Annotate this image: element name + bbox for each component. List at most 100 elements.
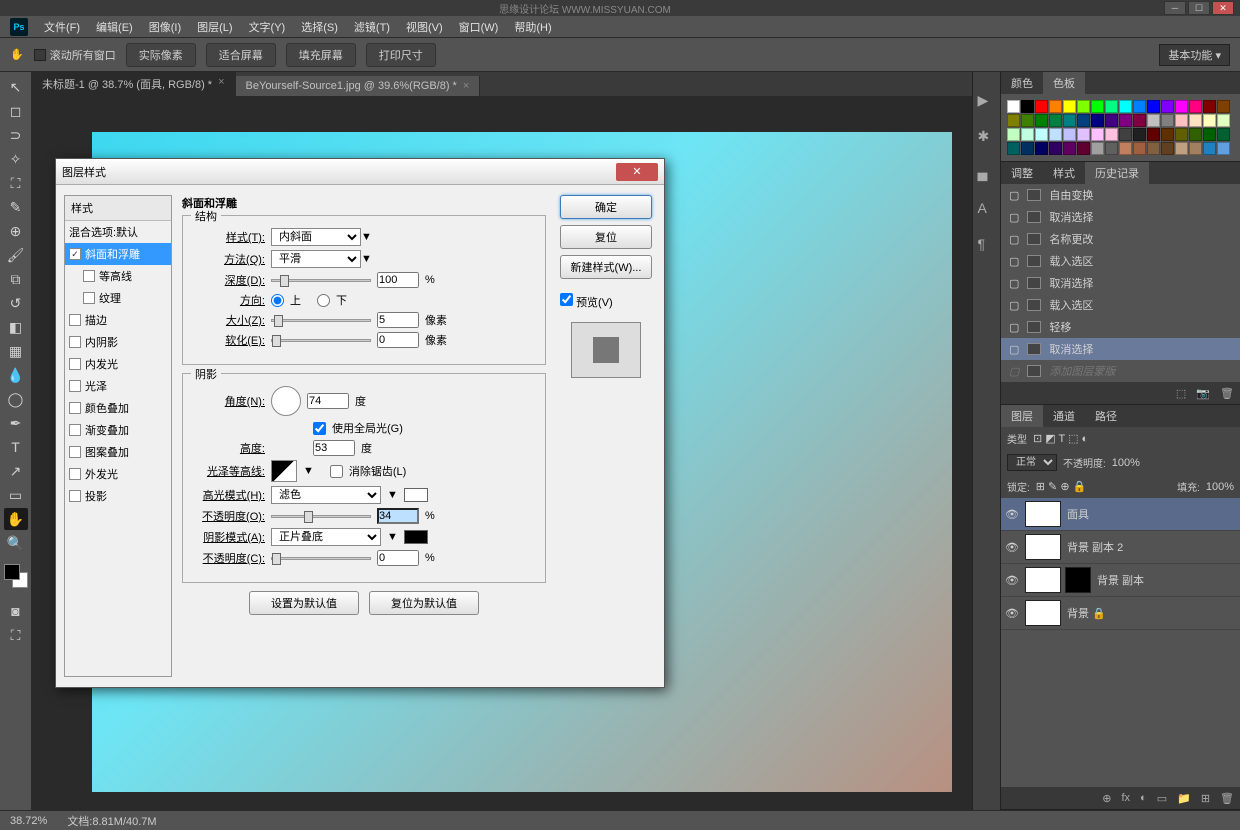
- tab-channels[interactable]: 通道: [1043, 405, 1085, 427]
- preview-check[interactable]: [560, 293, 573, 306]
- history-brush-tool[interactable]: ↺: [4, 292, 28, 314]
- brush-tool[interactable]: 🖌: [4, 244, 28, 266]
- effect-check[interactable]: [69, 380, 81, 392]
- effect-row[interactable]: 描边: [65, 309, 171, 331]
- close-icon[interactable]: ×: [218, 76, 224, 92]
- effect-check[interactable]: [83, 270, 95, 282]
- wand-tool[interactable]: ✧: [4, 148, 28, 170]
- effect-check[interactable]: [69, 358, 81, 370]
- menu-filter[interactable]: 滤镜(T): [348, 17, 396, 37]
- tab-0[interactable]: 未标题-1 @ 38.7% (面具, RGB/8) *×: [32, 72, 236, 96]
- play-icon[interactable]: ▶: [978, 92, 996, 110]
- eraser-tool[interactable]: ◧: [4, 316, 28, 338]
- swatch[interactable]: [1217, 100, 1230, 113]
- swatch[interactable]: [1147, 100, 1160, 113]
- antialias-check[interactable]: [330, 465, 343, 478]
- pen-tool[interactable]: ✒: [4, 412, 28, 434]
- swatch[interactable]: [1077, 142, 1090, 155]
- swatch[interactable]: [1035, 142, 1048, 155]
- history-item[interactable]: ▢载入选区: [1001, 250, 1240, 272]
- set-default-button[interactable]: 设置为默认值: [249, 591, 359, 615]
- swatch[interactable]: [1035, 128, 1048, 141]
- dialog-close-button[interactable]: ✕: [616, 163, 658, 181]
- menu-edit[interactable]: 编辑(E): [90, 17, 139, 37]
- swatch[interactable]: [1189, 142, 1202, 155]
- menu-window[interactable]: 窗口(W): [453, 17, 505, 37]
- tab-history[interactable]: 历史记录: [1085, 162, 1149, 184]
- close-icon[interactable]: ×: [463, 80, 469, 92]
- path-tool[interactable]: ↗: [4, 460, 28, 482]
- effect-row[interactable]: 光泽: [65, 375, 171, 397]
- menu-image[interactable]: 图像(I): [143, 17, 187, 37]
- history-item[interactable]: ▢添加图层蒙版: [1001, 360, 1240, 382]
- dir-up-radio[interactable]: [271, 294, 284, 307]
- swatch[interactable]: [1203, 100, 1216, 113]
- history-item[interactable]: ▢取消选择: [1001, 206, 1240, 228]
- highlight-color[interactable]: [404, 488, 428, 502]
- new-style-button[interactable]: 新建样式(W)...: [560, 255, 652, 279]
- blend-options-row[interactable]: 混合选项:默认: [65, 221, 171, 243]
- new-snapshot-icon[interactable]: ⬚: [1176, 387, 1186, 400]
- size-slider[interactable]: [271, 319, 371, 322]
- tab-layers[interactable]: 图层: [1001, 405, 1043, 427]
- swatch[interactable]: [1049, 114, 1062, 127]
- swatch[interactable]: [1175, 128, 1188, 141]
- blend-mode-select[interactable]: 正常: [1007, 454, 1057, 471]
- eyedropper-tool[interactable]: ✎: [4, 196, 28, 218]
- swatch[interactable]: [1007, 142, 1020, 155]
- quickmask-tool[interactable]: ◙: [4, 600, 28, 622]
- swatch[interactable]: [1217, 128, 1230, 141]
- effect-check[interactable]: [83, 292, 95, 304]
- effect-check[interactable]: ✓: [69, 248, 81, 260]
- menu-select[interactable]: 选择(S): [295, 17, 344, 37]
- swatch[interactable]: [1091, 114, 1104, 127]
- swatch[interactable]: [1021, 142, 1034, 155]
- dir-down-radio[interactable]: [317, 294, 330, 307]
- global-light-check[interactable]: [313, 422, 326, 435]
- cancel-button[interactable]: 复位: [560, 225, 652, 249]
- swatch[interactable]: [1091, 128, 1104, 141]
- win-close[interactable]: ✕: [1212, 1, 1234, 15]
- hl-opacity-input[interactable]: [377, 508, 419, 524]
- swatch[interactable]: [1203, 114, 1216, 127]
- swatch[interactable]: [1007, 128, 1020, 141]
- tab-styles[interactable]: 样式: [1043, 162, 1085, 184]
- swatch[interactable]: [1105, 128, 1118, 141]
- swatch[interactable]: [1063, 100, 1076, 113]
- effect-row[interactable]: 等高线: [65, 265, 171, 287]
- effect-row[interactable]: 投影: [65, 485, 171, 507]
- swatch[interactable]: [1091, 142, 1104, 155]
- history-item[interactable]: ▢名称更改: [1001, 228, 1240, 250]
- depth-input[interactable]: [377, 272, 419, 288]
- swatch[interactable]: [1049, 100, 1062, 113]
- workspace-selector[interactable]: 基本功能 ▾: [1159, 44, 1230, 66]
- style-select[interactable]: 内斜面: [271, 228, 361, 246]
- effect-row[interactable]: 图案叠加: [65, 441, 171, 463]
- effect-row[interactable]: 内阴影: [65, 331, 171, 353]
- effect-row[interactable]: 渐变叠加: [65, 419, 171, 441]
- swatch[interactable]: [1119, 114, 1132, 127]
- swatch[interactable]: [1203, 128, 1216, 141]
- swatch[interactable]: [1049, 128, 1062, 141]
- angle-dial[interactable]: [271, 386, 301, 416]
- zoom-level[interactable]: 38.72%: [10, 815, 47, 827]
- fit-screen-button[interactable]: 适合屏幕: [206, 43, 276, 67]
- visibility-icon[interactable]: 👁: [1005, 541, 1019, 554]
- swatch[interactable]: [1217, 142, 1230, 155]
- crop-tool[interactable]: ⛶: [4, 172, 28, 194]
- swatch[interactable]: [1161, 114, 1174, 127]
- soften-input[interactable]: [377, 332, 419, 348]
- highlight-mode-select[interactable]: 滤色: [271, 486, 381, 504]
- effect-check[interactable]: [69, 424, 81, 436]
- win-max[interactable]: ☐: [1188, 1, 1210, 15]
- fill-screen-button[interactable]: 填充屏幕: [286, 43, 356, 67]
- swatch[interactable]: [1133, 100, 1146, 113]
- menu-type[interactable]: 文字(Y): [243, 17, 292, 37]
- histogram-icon[interactable]: ▄: [978, 164, 996, 182]
- print-size-button[interactable]: 打印尺寸: [366, 43, 436, 67]
- effect-row[interactable]: 外发光: [65, 463, 171, 485]
- history-item[interactable]: ▢取消选择: [1001, 338, 1240, 360]
- shadow-mode-select[interactable]: 正片叠底: [271, 528, 381, 546]
- color-picker[interactable]: [4, 564, 28, 588]
- effect-row[interactable]: ✓斜面和浮雕: [65, 243, 171, 265]
